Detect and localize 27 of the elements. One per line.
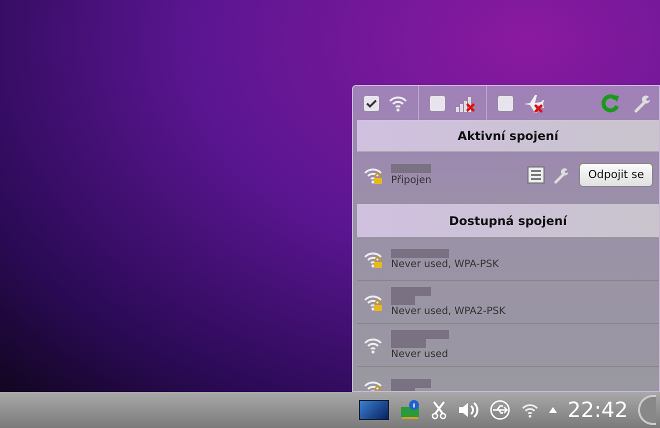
connection-status: Never used: [391, 350, 449, 360]
connection-status: Never used, WPA2-PSK: [391, 307, 506, 317]
blurred-network-name: [391, 164, 431, 173]
section-header: Dostupná spojení: [357, 204, 659, 238]
section-header: Aktivní spojení: [357, 120, 659, 152]
checkbox[interactable]: [429, 94, 446, 112]
connection-status: Připojen: [391, 176, 432, 186]
active-connection-row[interactable]: Připojen Odpojit se: [357, 152, 659, 198]
network-card-info-icon[interactable]: [399, 399, 422, 421]
checkmark-icon: [366, 98, 377, 108]
wifi-icon: [521, 401, 540, 419]
volume-icon[interactable]: [457, 400, 480, 420]
network-row[interactable]: Never used, WPA2-PSK: [357, 281, 659, 324]
details-icon[interactable]: [527, 166, 546, 184]
network-row[interactable]: Never used, WPA-PSK: [357, 238, 659, 281]
network-row[interactable]: Never used: [357, 324, 659, 367]
desktop-preview-icon[interactable]: [359, 400, 390, 420]
blurred-network-name: [391, 248, 449, 258]
usb-icon[interactable]: [489, 399, 512, 421]
checkbox[interactable]: [363, 94, 380, 112]
clock[interactable]: 22:42: [567, 400, 628, 420]
checkbox[interactable]: [497, 94, 514, 112]
connection-status: Never used, WPA-PSK: [391, 260, 499, 270]
expand-arrow-icon[interactable]: [549, 407, 558, 413]
menu-button[interactable]: [638, 395, 656, 425]
scissors-icon[interactable]: [431, 400, 448, 420]
disconnect-button[interactable]: Odpojit se: [579, 163, 653, 187]
